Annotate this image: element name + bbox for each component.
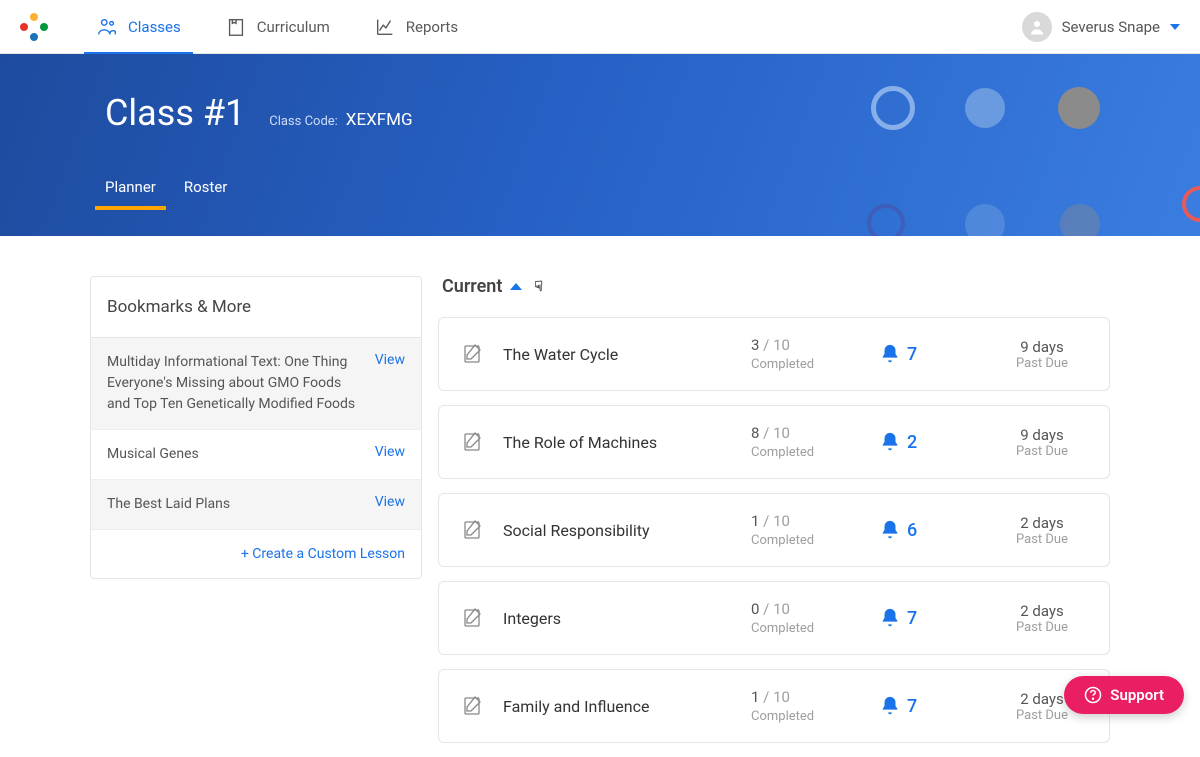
cursor-icon: ☟ (534, 279, 543, 295)
lesson-card[interactable]: The Role of Machines 8 / 10Completed 2 9… (438, 405, 1110, 479)
lesson-title: The Role of Machines (503, 433, 733, 452)
current-heading: Current (442, 276, 502, 297)
lesson-title: The Water Cycle (503, 345, 733, 364)
logo[interactable] (20, 13, 48, 41)
bell-count: 2 (907, 432, 917, 453)
bookmark-title: The Best Laid Plans (107, 494, 363, 515)
note-icon (461, 694, 485, 718)
bookmarks-panel: Bookmarks & More Multiday Informational … (90, 276, 422, 579)
people-icon (96, 16, 118, 38)
bell-count: 7 (907, 696, 917, 717)
lesson-title: Social Responsibility (503, 521, 733, 540)
user-name: Severus Snape (1062, 18, 1160, 36)
nav-reports[interactable]: Reports (374, 0, 458, 54)
user-menu[interactable]: Severus Snape (1022, 12, 1180, 42)
nav-classes[interactable]: Classes (96, 0, 181, 54)
bookmark-item[interactable]: Multiday Informational Text: One Thing E… (91, 338, 421, 430)
tab-roster[interactable]: Roster (184, 178, 227, 210)
bell-count: 7 (907, 344, 917, 365)
bookmark-title: Multiday Informational Text: One Thing E… (107, 352, 363, 415)
lesson-due: 9 days Past Due (997, 426, 1087, 459)
lesson-notifications[interactable]: 7 (879, 343, 949, 365)
main-content: Bookmarks & More Multiday Informational … (0, 236, 1200, 757)
bookmark-item[interactable]: Musical Genes View (91, 430, 421, 480)
bookmark-view-link[interactable]: View (375, 494, 405, 510)
chart-icon (374, 16, 396, 38)
lesson-title: Integers (503, 609, 733, 628)
lesson-title: Family and Influence (503, 697, 733, 716)
lesson-notifications[interactable]: 6 (879, 519, 949, 541)
bookmark-item[interactable]: The Best Laid Plans View (91, 480, 421, 530)
current-panel: Current ☟ The Water Cycle 3 / 10Complete… (438, 276, 1110, 757)
lesson-due: 9 days Past Due (997, 338, 1087, 371)
bell-icon (879, 519, 901, 541)
lesson-notifications[interactable]: 2 (879, 431, 949, 453)
nav-curriculum-label: Curriculum (257, 18, 330, 36)
nav-reports-label: Reports (406, 18, 458, 36)
class-code-value: XEXFMG (346, 110, 413, 130)
lesson-progress: 8 / 10Completed (751, 424, 861, 460)
note-icon (461, 518, 485, 542)
bell-icon (879, 695, 901, 717)
current-toggle[interactable]: Current ☟ (438, 276, 1110, 297)
lesson-due: 2 days Past Due (997, 602, 1087, 635)
lesson-card[interactable]: The Water Cycle 3 / 10Completed 7 9 days… (438, 317, 1110, 391)
bookmark-title: Musical Genes (107, 444, 363, 465)
tab-planner[interactable]: Planner (105, 178, 156, 210)
lesson-progress: 1 / 10Completed (751, 512, 861, 548)
class-code-label: Class Code: (269, 114, 338, 129)
note-icon (461, 606, 485, 630)
lesson-notifications[interactable]: 7 (879, 695, 949, 717)
bookmark-view-link[interactable]: View (375, 352, 405, 368)
create-lesson-link[interactable]: + Create a Custom Lesson (91, 530, 421, 578)
bell-icon (879, 607, 901, 629)
bell-icon (879, 431, 901, 453)
bookmarks-heading: Bookmarks & More (91, 277, 421, 338)
nav-curriculum[interactable]: Curriculum (225, 0, 330, 54)
bookmark-view-link[interactable]: View (375, 444, 405, 460)
avatar-icon (1022, 12, 1052, 42)
note-icon (461, 342, 485, 366)
class-title: Class #1 (105, 92, 245, 134)
book-icon (225, 16, 247, 38)
note-icon (461, 430, 485, 454)
nav-classes-label: Classes (128, 18, 181, 36)
lesson-due: 2 days Past Due (997, 514, 1087, 547)
top-nav: Classes Curriculum Reports Severus Snape (0, 0, 1200, 54)
lesson-progress: 1 / 10Completed (751, 688, 861, 724)
support-label: Support (1110, 686, 1164, 704)
lesson-card[interactable]: Social Responsibility 1 / 10Completed 6 … (438, 493, 1110, 567)
lesson-card[interactable]: Family and Influence 1 / 10Completed 7 2… (438, 669, 1110, 743)
class-header: Class #1 Class Code: XEXFMG Planner Rost… (0, 54, 1200, 236)
support-button[interactable]: Support (1064, 676, 1184, 714)
caret-down-icon (1170, 24, 1180, 30)
caret-up-icon (510, 283, 522, 290)
help-icon (1084, 686, 1102, 704)
lesson-progress: 0 / 10Completed (751, 600, 861, 636)
bell-count: 6 (907, 520, 917, 541)
lesson-progress: 3 / 10Completed (751, 336, 861, 372)
lesson-card[interactable]: Integers 0 / 10Completed 7 2 days Past D… (438, 581, 1110, 655)
bell-count: 7 (907, 608, 917, 629)
lesson-notifications[interactable]: 7 (879, 607, 949, 629)
bell-icon (879, 343, 901, 365)
